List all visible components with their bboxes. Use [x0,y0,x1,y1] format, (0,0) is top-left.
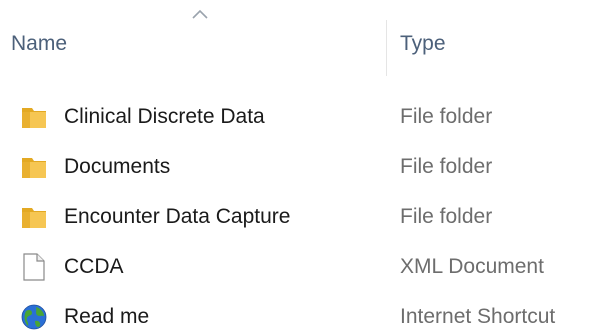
file-name: Encounter Data Capture [64,205,291,228]
list-item[interactable]: Documents File folder [0,144,614,194]
list-item[interactable]: CCDA XML Document [0,244,614,294]
folder-icon [22,208,46,228]
folder-icon [22,158,46,178]
file-type: File folder [400,105,493,128]
list-item[interactable]: Read me Internet Shortcut [0,294,614,334]
column-header-type[interactable]: Type [400,32,446,56]
document-icon [23,253,45,281]
file-list: Name Type Clinical Discrete Data File fo… [0,0,614,334]
column-header-name[interactable]: Name [11,32,67,56]
list-item[interactable]: Clinical Discrete Data File folder [0,94,614,144]
folder-icon [22,108,46,128]
file-name: Read me [64,305,150,328]
list-item[interactable]: Encounter Data Capture File folder [0,194,614,244]
file-type: XML Document [400,255,544,278]
file-type: File folder [400,205,493,228]
column-divider[interactable] [386,20,387,76]
column-header-bar: Name Type [0,0,614,82]
file-type: File folder [400,155,493,178]
globe-icon [21,304,47,330]
file-type: Internet Shortcut [400,305,556,328]
file-name: Clinical Discrete Data [64,105,265,128]
file-name: Documents [64,155,171,178]
chevron-up-icon[interactable] [190,7,210,21]
file-name: CCDA [64,255,124,278]
